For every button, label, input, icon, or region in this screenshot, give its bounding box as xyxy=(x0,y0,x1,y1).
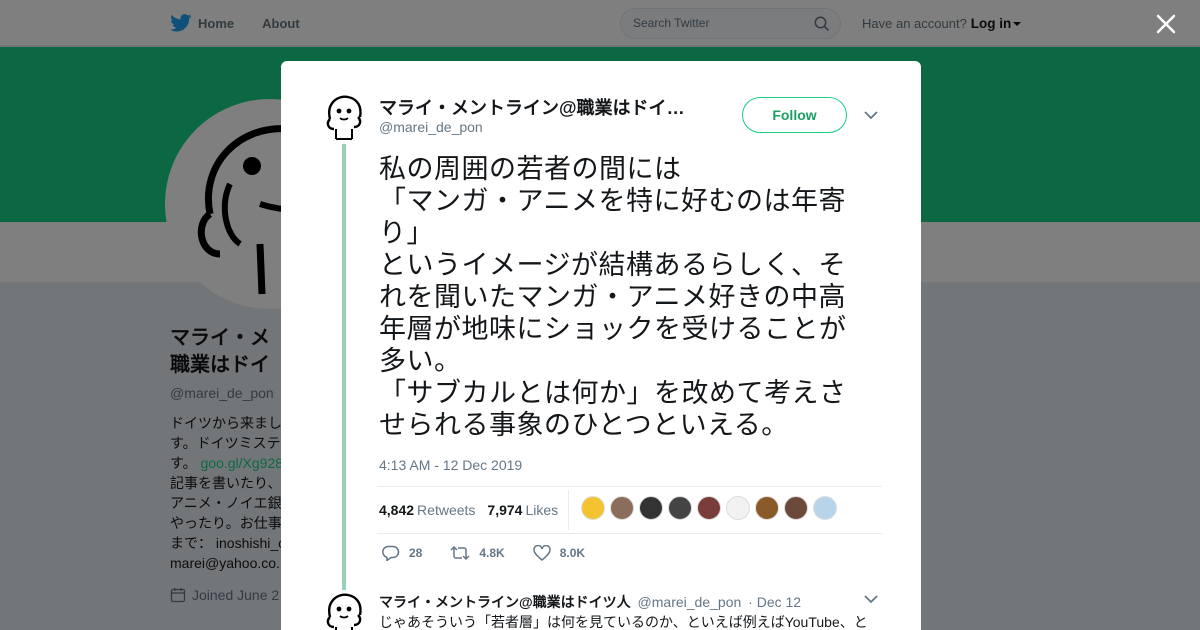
reply-button[interactable]: 28 xyxy=(382,545,422,561)
author-handle[interactable]: @marei_de_pon xyxy=(379,119,483,135)
like-count: 8.0K xyxy=(559,546,586,560)
heart-icon xyxy=(532,545,551,561)
tweet-text: 私の周囲の若者の間には 「マンガ・アニメを特に好むのは年寄り」 というイメージが… xyxy=(379,154,847,441)
reply-count: 28 xyxy=(409,546,423,560)
thread-line xyxy=(342,144,346,590)
retweets-label: Retweets xyxy=(417,502,476,518)
tweet-actions: 28 4.8K 8.0K xyxy=(382,545,613,561)
liker-avatar[interactable] xyxy=(581,495,606,520)
liker-avatar[interactable] xyxy=(755,495,780,520)
stats-divider xyxy=(568,490,570,530)
tweet-timestamp[interactable]: 4:13 AM - 12 Dec 2019 xyxy=(379,457,522,473)
retweet-count: 4.8K xyxy=(479,546,505,560)
like-button[interactable]: 8.0K xyxy=(532,545,586,561)
likes-label: Likes xyxy=(525,502,559,518)
reply-author-avatar[interactable] xyxy=(322,591,366,630)
liker-avatar[interactable] xyxy=(668,495,693,520)
liker-avatar[interactable] xyxy=(697,495,722,520)
reply-text: じゃあそういう「若者層」は何を見ているのか、といえば例えばYouTube、と xyxy=(379,614,868,630)
liker-avatar[interactable] xyxy=(813,495,838,520)
reply-date[interactable]: · Dec 12 xyxy=(748,594,801,610)
liker-avatars xyxy=(581,495,842,525)
retweets-count: 4,842 xyxy=(379,502,415,518)
retweet-button[interactable]: 4.8K xyxy=(450,545,505,561)
liker-avatar[interactable] xyxy=(784,495,809,520)
chevron-down-icon[interactable] xyxy=(864,594,878,604)
liker-avatar[interactable] xyxy=(726,495,751,520)
chevron-down-icon[interactable] xyxy=(864,110,878,120)
retweets-stat[interactable]: 4,842 Retweets xyxy=(379,502,475,518)
reply-header: マライ・メントライン@職業はドイツ人 @marei_de_pon · Dec 1… xyxy=(379,592,801,612)
retweet-icon xyxy=(450,545,470,561)
reply-author-handle[interactable]: @marei_de_pon xyxy=(638,594,742,610)
author-avatar[interactable] xyxy=(322,93,366,143)
follow-button[interactable]: Follow xyxy=(742,97,847,133)
tweet-modal: マライ・メントライン@職業はドイツ人 @marei_de_pon Follow … xyxy=(281,61,921,630)
close-icon[interactable] xyxy=(1152,10,1180,38)
tweet-stats: 4,842 Retweets 7,974 Likes xyxy=(377,486,882,534)
liker-avatar[interactable] xyxy=(610,495,635,520)
author-name[interactable]: マライ・メントライン@職業はドイツ人 xyxy=(379,94,689,120)
reply-icon xyxy=(382,545,400,561)
likes-stat[interactable]: 7,974 Likes xyxy=(487,502,558,518)
liker-avatar[interactable] xyxy=(639,495,664,520)
reply-author-name[interactable]: マライ・メントライン@職業はドイツ人 xyxy=(379,594,631,610)
likes-count: 7,974 xyxy=(487,502,523,518)
